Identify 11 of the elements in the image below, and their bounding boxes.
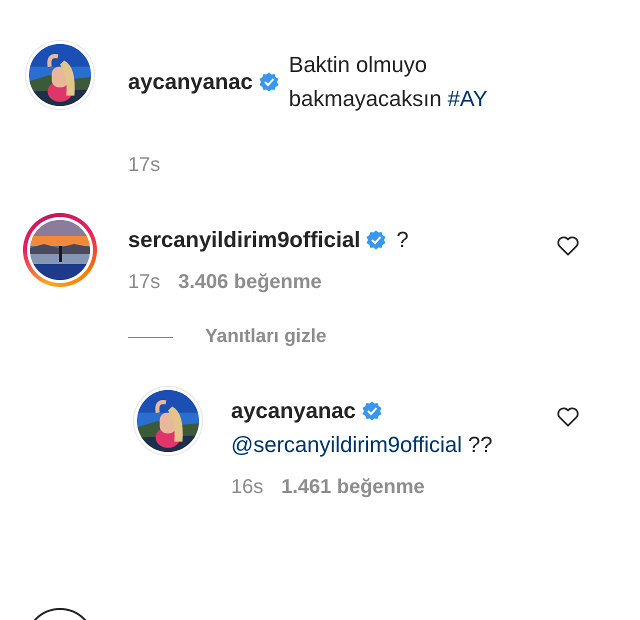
comment-time: 17s [128, 271, 160, 294]
comment-text: @sercanyildirim9official ?? [231, 431, 494, 459]
username[interactable]: aycanyanac [128, 65, 253, 99]
comment-text: ? [396, 226, 410, 254]
mention-link[interactable]: @sercanyildirim9official [231, 432, 462, 457]
comment-time: 17s [128, 154, 160, 177]
username[interactable]: aycanyanac [231, 394, 356, 428]
username[interactable]: sercanyildirim9official [128, 223, 360, 257]
comment-text: Baktin olmuyo bakmayacaksın #AY [288, 51, 489, 113]
comment-time: 16s [231, 476, 264, 499]
hashtag-link[interactable]: #AY [448, 86, 488, 111]
